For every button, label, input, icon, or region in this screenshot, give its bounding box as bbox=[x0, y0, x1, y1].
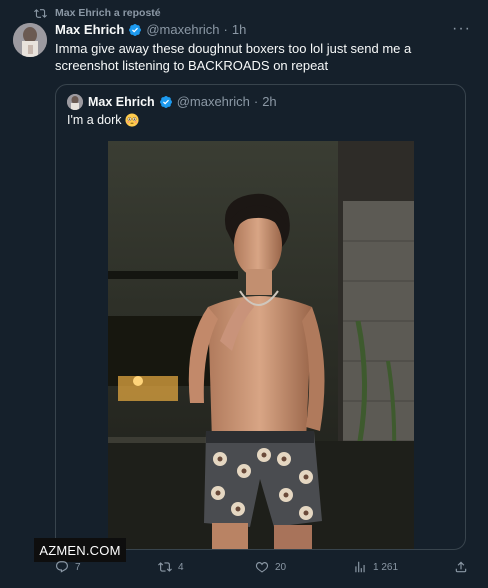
author-handle[interactable]: @maxehrich bbox=[146, 22, 219, 37]
repost-icon bbox=[34, 8, 47, 18]
time-separator: · bbox=[223, 22, 228, 37]
repost-count: 4 bbox=[178, 561, 184, 573]
quote-text-row: I'm a dork bbox=[67, 113, 139, 127]
watermark: AZMEN.COM bbox=[34, 538, 126, 562]
tweet-header: Max Ehrich @maxehrich · 1h bbox=[55, 22, 246, 37]
repost-indicator: Max Ehrich a reposté bbox=[34, 6, 161, 20]
more-options-icon[interactable]: ··· bbox=[452, 21, 471, 37]
heart-icon bbox=[255, 562, 269, 573]
like-count: 20 bbox=[275, 561, 287, 573]
quote-author-handle: @maxehrich bbox=[176, 94, 250, 109]
avatar-image bbox=[13, 23, 47, 57]
views-count: 1 261 bbox=[373, 561, 399, 573]
reply-count: 7 bbox=[75, 561, 81, 573]
verified-badge-icon bbox=[129, 23, 142, 36]
views-chart-icon bbox=[355, 561, 365, 573]
verified-badge-icon bbox=[159, 95, 172, 108]
share-button[interactable] bbox=[454, 560, 468, 574]
quote-time: 2h bbox=[262, 94, 277, 109]
tweet-photo[interactable] bbox=[108, 141, 414, 549]
quote-avatar bbox=[67, 94, 83, 110]
share-icon bbox=[455, 561, 467, 573]
flushed-face-icon bbox=[124, 113, 139, 127]
quote-text: I'm a dork bbox=[67, 113, 122, 127]
quoted-tweet[interactable]: Max Ehrich @maxehrich · 2h I'm a dork bbox=[55, 84, 466, 550]
reply-button[interactable]: 7 bbox=[55, 560, 81, 574]
quote-avatar-image bbox=[67, 94, 83, 110]
reply-icon bbox=[56, 561, 68, 573]
quote-time-separator: · bbox=[253, 94, 259, 109]
repost-icon bbox=[158, 562, 172, 572]
repost-button[interactable]: 4 bbox=[158, 560, 184, 574]
tweet-text: Imma give away these doughnut boxers too… bbox=[55, 41, 412, 73]
action-bar: 7 4 20 1 261 bbox=[55, 560, 470, 578]
tweet-time[interactable]: 1h bbox=[232, 22, 246, 37]
quote-header: Max Ehrich @maxehrich · 2h bbox=[88, 94, 277, 109]
repost-label: Max Ehrich a reposté bbox=[55, 7, 161, 19]
author-name[interactable]: Max Ehrich bbox=[55, 22, 124, 37]
views-button[interactable]: 1 261 bbox=[353, 560, 398, 574]
photo-image bbox=[108, 141, 414, 549]
quote-author-name: Max Ehrich bbox=[88, 94, 155, 109]
like-button[interactable]: 20 bbox=[255, 560, 286, 574]
avatar[interactable] bbox=[13, 23, 47, 57]
